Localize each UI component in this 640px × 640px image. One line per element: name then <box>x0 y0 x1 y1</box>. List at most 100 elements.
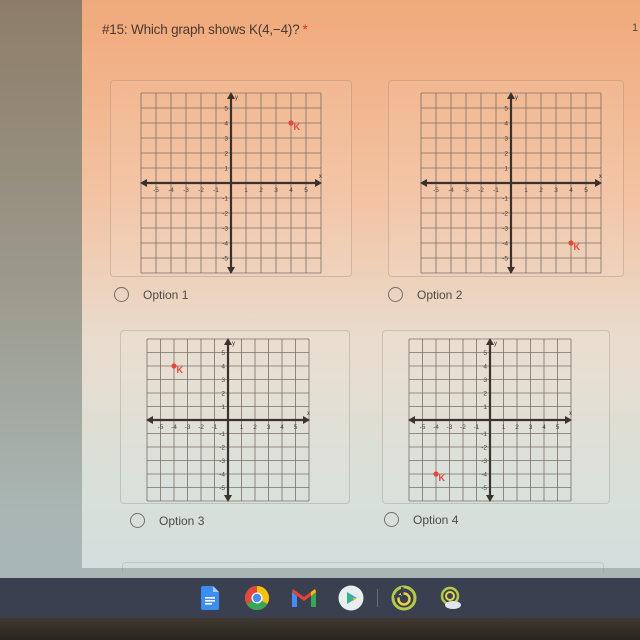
required-asterisk: * <box>302 22 308 37</box>
x-axis-label: x <box>319 174 322 180</box>
x-tick-label: 5 <box>584 187 588 194</box>
option-2-image-card: x y -5 -5 -4 -4 -3 -3 -2 -2 -1 -1 1 1 2 2 3 3 4 4 5 5 K <box>388 80 624 277</box>
y-tick-label: -2 <box>222 211 228 218</box>
x-tick-label: -2 <box>478 187 484 194</box>
x-tick-label: -1 <box>212 424 218 431</box>
option-2-graph: x y -5 -5 -4 -4 -3 -3 -2 -2 -1 -1 1 1 2 2 3 3 4 4 5 5 K <box>417 89 615 277</box>
os-shelf <box>0 578 640 618</box>
point-k-label: K <box>439 473 446 483</box>
y-tick-label: 3 <box>224 136 228 143</box>
x-tick-label: 1 <box>240 424 244 431</box>
y-tick-label: 3 <box>504 136 508 143</box>
y-tick-label: 5 <box>224 106 228 113</box>
x-tick-label: 2 <box>539 187 543 194</box>
x-tick-label: 1 <box>244 187 248 194</box>
x-tick-label: 3 <box>529 424 533 431</box>
y-tick-label: -5 <box>481 485 487 492</box>
x-axis-label: x <box>307 411 310 417</box>
x-tick-label: -1 <box>493 187 499 194</box>
option-4-label: Option 4 <box>413 512 459 527</box>
y-tick-label: -3 <box>219 458 225 465</box>
x-tick-label: -5 <box>153 187 159 194</box>
option-1-label: Option 1 <box>143 287 189 302</box>
x-tick-label: -2 <box>198 187 204 194</box>
y-axis-label: y <box>232 341 235 347</box>
x-tick-label: -5 <box>433 187 439 194</box>
y-tick-label: -2 <box>219 445 225 452</box>
option-2-choice[interactable]: Option 2 <box>388 287 462 302</box>
x-tick-label: 2 <box>259 187 263 194</box>
x-tick-label: 2 <box>253 424 257 431</box>
y-tick-label: -3 <box>502 226 508 233</box>
y-tick-label: 1 <box>221 404 225 411</box>
x-tick-label: 3 <box>274 187 278 194</box>
x-tick-label: -3 <box>185 424 191 431</box>
x-tick-label: -3 <box>447 424 453 431</box>
y-tick-label: 5 <box>483 350 487 357</box>
option-3-graph: x y -5 -5 -4 -4 -3 -3 -2 -2 -1 -1 1 1 2 2 3 3 4 4 5 5 K <box>143 335 323 505</box>
option-3-radio[interactable] <box>130 513 145 528</box>
y-tick-label: -3 <box>481 458 487 465</box>
x-tick-label: 5 <box>304 187 308 194</box>
y-tick-label: -1 <box>219 431 225 438</box>
y-tick-label: -4 <box>481 472 487 479</box>
gmail-icon[interactable] <box>291 585 317 611</box>
y-tick-label: -4 <box>219 472 225 479</box>
option-2-label: Option 2 <box>417 287 463 302</box>
play-store-icon[interactable] <box>338 585 364 611</box>
y-tick-label: 3 <box>483 377 487 384</box>
y-tick-label: 1 <box>504 166 508 173</box>
y-tick-label: -5 <box>502 256 508 263</box>
x-axis-label: x <box>599 174 602 180</box>
option-4-choice[interactable]: Option 4 <box>384 512 458 527</box>
y-tick-label: 5 <box>221 350 225 357</box>
y-tick-label: -1 <box>481 431 487 438</box>
option-1-graph: x y -5 -5 -4 -4 -3 -3 -2 -2 -1 -1 1 1 2 2 3 3 4 4 5 5 K <box>137 89 335 277</box>
y-tick-label: 4 <box>221 364 225 371</box>
y-tick-label: 4 <box>224 121 228 128</box>
y-tick-label: -1 <box>222 196 228 203</box>
option-4-radio[interactable] <box>384 512 399 527</box>
y-tick-label: -5 <box>219 485 225 492</box>
y-tick-label: 2 <box>483 391 487 398</box>
next-question-card <box>122 562 604 573</box>
laptop-bezel <box>0 618 640 640</box>
point-k-label: K <box>294 122 301 132</box>
y-axis-label: y <box>235 95 238 101</box>
x-tick-label: -5 <box>420 424 426 431</box>
x-tick-label: 3 <box>554 187 558 194</box>
x-tick-label: 4 <box>289 187 293 194</box>
x-tick-label: 5 <box>556 424 560 431</box>
option-1-radio[interactable] <box>114 287 129 302</box>
y-axis-label: y <box>494 341 497 347</box>
app-weather-icon[interactable] <box>438 585 464 611</box>
y-tick-label: 2 <box>224 151 228 158</box>
x-tick-label: -4 <box>168 187 174 194</box>
option-1-choice[interactable]: Option 1 <box>114 287 188 302</box>
y-tick-label: 5 <box>504 106 508 113</box>
option-1-image-card: x y -5 -5 -4 -4 -3 -3 -2 -2 -1 -1 1 1 2 2 3 3 4 4 5 5 K <box>110 80 352 277</box>
google-docs-icon[interactable] <box>197 585 223 611</box>
option-4-graph: x y -5 -5 -4 -4 -3 -3 -2 -2 -1 -1 1 1 2 2 3 3 4 4 5 5 K <box>405 335 585 505</box>
x-tick-label: 1 <box>502 424 506 431</box>
option-2-radio[interactable] <box>388 287 403 302</box>
x-tick-label: 4 <box>280 424 284 431</box>
x-tick-label: -4 <box>433 424 439 431</box>
y-tick-label: -5 <box>222 256 228 263</box>
chrome-icon[interactable] <box>244 585 270 611</box>
y-tick-label: 4 <box>504 121 508 128</box>
points-label: 1 point <box>632 22 640 34</box>
app-circle-icon[interactable] <box>391 585 417 611</box>
option-3-choice[interactable]: Option 3 <box>130 513 204 528</box>
y-tick-label: -1 <box>502 196 508 203</box>
option-4-image-card: x y -5 -5 -4 -4 -3 -3 -2 -2 -1 -1 1 1 2 2 3 3 4 4 5 5 K <box>382 330 610 504</box>
y-tick-label: 2 <box>504 151 508 158</box>
x-tick-label: 1 <box>524 187 528 194</box>
x-tick-label: 4 <box>569 187 573 194</box>
y-tick-label: -4 <box>502 241 508 248</box>
y-tick-label: -2 <box>502 211 508 218</box>
x-axis-label: x <box>569 411 572 417</box>
question-text: #15: Which graph shows K(4,−4)? <box>102 22 300 37</box>
x-tick-label: -3 <box>463 187 469 194</box>
x-tick-label: -2 <box>198 424 204 431</box>
